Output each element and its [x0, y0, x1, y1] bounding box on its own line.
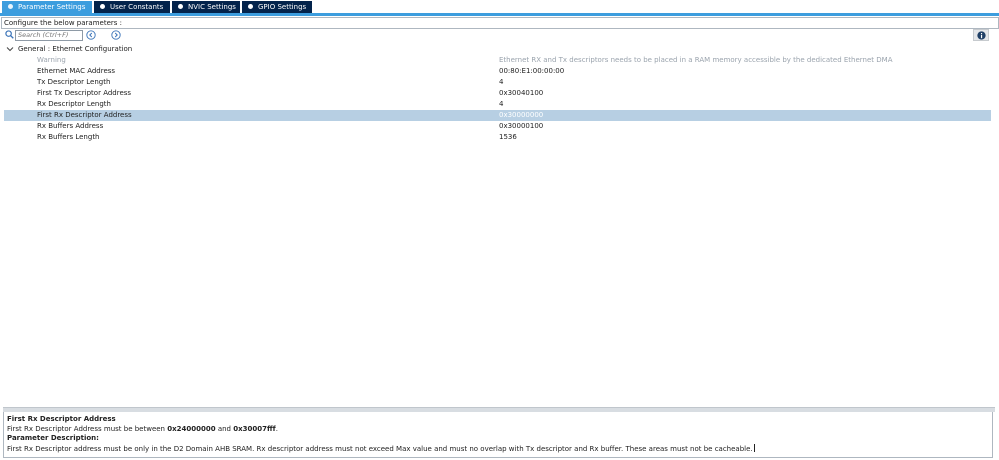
param-name: First Tx Descriptor Address [37, 89, 132, 97]
range-max: 0x30007fff [233, 424, 276, 433]
range-prefix: First Rx Descriptor Address must be betw… [7, 424, 168, 433]
description-panel[interactable]: First Rx Descriptor Address First Rx Des… [3, 412, 993, 458]
param-name: Tx Descriptor Length [37, 78, 111, 86]
param-name: Rx Descriptor Length [37, 100, 111, 108]
param-row-warning[interactable]: Warning Ethernet RX and Tx descriptors n… [4, 55, 991, 66]
tab-label: User Constants [110, 3, 164, 11]
radio-dot-icon [178, 4, 183, 9]
tab-bar: Parameter Settings User Constants NVIC S… [0, 0, 999, 14]
param-row-rx-descriptor-length[interactable]: Rx Descriptor Length 4 [4, 99, 991, 110]
previous-icon[interactable] [86, 30, 96, 40]
tab-label: NVIC Settings [188, 3, 236, 11]
next-icon[interactable] [111, 30, 121, 40]
search-bar [0, 29, 999, 42]
range-suffix: . [275, 424, 278, 433]
parameter-description-text: First Rx Descriptor address must be only… [7, 443, 992, 455]
tab-gpio-settings[interactable]: GPIO Settings [242, 1, 312, 13]
search-icon[interactable] [5, 30, 14, 39]
param-value[interactable]: 1536 [499, 132, 517, 143]
param-value[interactable]: 4 [499, 77, 503, 88]
param-value: Ethernet RX and Tx descriptors needs to … [499, 56, 893, 64]
param-value[interactable]: 0x30000000 [499, 110, 543, 121]
parameter-description-body: First Rx Descriptor address must be only… [7, 444, 753, 453]
param-value[interactable]: 0x30000100 [499, 121, 543, 132]
description-range-line: First Rx Descriptor Address must be betw… [7, 425, 992, 435]
group-label: General : Ethernet Configuration [18, 45, 133, 53]
param-row-first-tx-descriptor-address[interactable]: First Tx Descriptor Address 0x30040100 [4, 88, 991, 99]
param-row-ethernet-mac-address[interactable]: Ethernet MAC Address 00:80:E1:00:00:00 [4, 66, 991, 77]
param-row-rx-buffers-length[interactable]: Rx Buffers Length 1536 [4, 132, 991, 143]
param-name: Warning [37, 56, 66, 64]
radio-dot-icon [8, 4, 13, 9]
info-icon [977, 31, 986, 40]
param-name: Ethernet MAC Address [37, 67, 116, 75]
param-row-rx-buffers-address[interactable]: Rx Buffers Address 0x30000100 [4, 121, 991, 132]
radio-dot-icon [100, 4, 105, 9]
search-input[interactable] [15, 30, 83, 41]
tab-nvic-settings[interactable]: NVIC Settings [172, 1, 240, 13]
range-mid: and [215, 424, 234, 433]
param-name: Rx Buffers Address [37, 122, 104, 130]
tab-parameter-settings[interactable]: Parameter Settings [2, 1, 92, 13]
range-min: 0x24000000 [167, 424, 216, 433]
chevron-down-icon[interactable] [6, 45, 14, 53]
description-title: First Rx Descriptor Address [7, 415, 116, 423]
param-value[interactable]: 4 [499, 99, 503, 110]
tab-user-constants[interactable]: User Constants [94, 1, 170, 13]
tab-label: Parameter Settings [18, 3, 86, 11]
param-name: Rx Buffers Length [37, 133, 100, 141]
radio-dot-icon [248, 4, 253, 9]
tab-label: GPIO Settings [258, 3, 307, 11]
param-value[interactable]: 0x30040100 [499, 88, 543, 99]
param-name: First Rx Descriptor Address [37, 111, 132, 119]
parameter-description-heading: Parameter Description: [7, 434, 99, 443]
tab-underline [0, 13, 999, 16]
param-row-first-rx-descriptor-address[interactable]: First Rx Descriptor Address 0x30000000 [4, 110, 991, 121]
text-caret [753, 443, 755, 452]
param-value[interactable]: 00:80:E1:00:00:00 [499, 66, 564, 77]
info-button[interactable] [973, 29, 989, 41]
param-row-tx-descriptor-length[interactable]: Tx Descriptor Length 4 [4, 77, 991, 88]
config-label: Configure the below parameters : [1, 17, 999, 29]
